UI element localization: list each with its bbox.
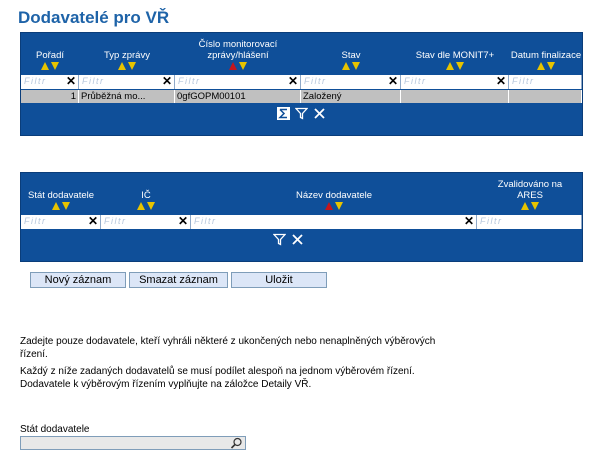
clear-filter-icon[interactable]: ✕ [388, 74, 398, 88]
info-line: řízení. [20, 349, 48, 360]
filter-input[interactable] [509, 75, 582, 89]
sort-asc-icon[interactable] [118, 62, 126, 70]
grid-suppliers: Stát dodavatele IČ Název dodavatele Zval… [20, 172, 583, 262]
clear-all-filters-icon[interactable] [291, 233, 304, 246]
filter-input[interactable]: ✕ [175, 74, 301, 89]
col-header-poradi[interactable]: Pořadí [21, 33, 79, 71]
clear-all-filters-icon[interactable] [313, 107, 326, 120]
sort-asc-icon[interactable] [229, 62, 237, 70]
clear-filter-icon[interactable]: ✕ [178, 214, 188, 228]
col-header-typ-zpravy[interactable]: Typ zprávy [79, 33, 175, 71]
col-header-label: Pořadí [36, 50, 64, 61]
new-record-button[interactable]: Nový záznam [30, 272, 126, 288]
page-title: Dodavatelé pro VŘ [18, 8, 170, 27]
grid-reports: Pořadí Typ zprávy Číslo monitorovací zpr… [20, 32, 583, 136]
sort-asc-icon[interactable] [446, 62, 454, 70]
search-icon[interactable] [230, 437, 243, 449]
filter-input[interactable]: ✕ [301, 74, 401, 89]
col-header-ares[interactable]: Zvalidováno na ARES [477, 173, 583, 211]
filter-input[interactable]: ✕ [21, 74, 79, 89]
clear-filter-icon[interactable]: ✕ [464, 214, 474, 228]
clear-filter-icon[interactable]: ✕ [162, 74, 172, 88]
col-header-stav-monit[interactable]: Stav dle MONIT7+ [401, 33, 509, 71]
info-text: Zadejte pouze dodavatele, kteří vyhráli … [20, 335, 435, 391]
filter-input[interactable]: ✕ [101, 214, 191, 229]
col-header-label: IČ [141, 190, 151, 201]
sort-desc-icon[interactable] [352, 62, 360, 70]
col-header-nazev[interactable]: Název dodavatele [191, 173, 477, 211]
grid-toolbar [277, 107, 326, 120]
col-header-stav[interactable]: Stav [301, 33, 401, 71]
sort-asc-icon[interactable] [537, 62, 545, 70]
filter-input[interactable]: ✕ [401, 74, 509, 89]
cell-datum [509, 90, 582, 103]
filter-input[interactable] [477, 215, 582, 229]
sort-desc-icon[interactable] [531, 202, 539, 210]
sort-desc-icon[interactable] [456, 62, 464, 70]
stat-dodavatele-field[interactable] [20, 436, 246, 450]
col-header-label: Stav dle MONIT7+ [415, 50, 495, 61]
sort-desc-icon[interactable] [128, 62, 136, 70]
table-row[interactable]: 1 Průběžná mo... 0gfGOPM00101 Založený [21, 90, 582, 103]
delete-record-button[interactable]: Smazat záznam [129, 272, 228, 288]
sort-desc-icon[interactable] [62, 202, 70, 210]
cell-poradi: 1 [21, 90, 79, 103]
sort-asc-icon[interactable] [342, 62, 350, 70]
cell-stav-monit [401, 90, 509, 103]
filter-input[interactable]: ✕ [21, 214, 101, 229]
clear-filter-icon[interactable]: ✕ [496, 74, 506, 88]
cell-typ-zpravy: Průběžná mo... [79, 90, 175, 103]
filter-icon[interactable] [295, 107, 308, 120]
sort-asc-icon[interactable] [325, 202, 333, 210]
col-header-ic[interactable]: IČ [101, 173, 191, 211]
col-header-label: Stát dodavatele [27, 190, 95, 201]
sort-desc-icon[interactable] [239, 62, 247, 70]
grid-toolbar [273, 233, 304, 246]
sort-asc-icon[interactable] [521, 202, 529, 210]
col-header-label: Stav [341, 50, 361, 61]
col-header-label: Datum finalizace [510, 50, 582, 61]
sort-desc-icon[interactable] [547, 62, 555, 70]
info-line: Každý z níže zadaných dodavatelů se musí… [20, 366, 415, 377]
info-line: Zadejte pouze dodavatele, kteří vyhráli … [20, 336, 436, 347]
col-header-cislo[interactable]: Číslo monitorovací zprávy/hlášení [175, 33, 301, 71]
cell-cislo: 0gfGOPM00101 [175, 90, 301, 103]
save-button[interactable]: Uložit [231, 272, 327, 288]
col-header-label: Název dodavatele [295, 190, 373, 201]
cell-stav: Založený [301, 90, 401, 103]
col-header-label: Typ zprávy [104, 50, 150, 61]
clear-filter-icon[interactable]: ✕ [66, 74, 76, 88]
stat-dodavatele-label: Stát dodavatele [20, 424, 90, 435]
col-header-label: Zvalidováno na ARES [497, 179, 563, 201]
col-header-datum[interactable]: Datum finalizace [509, 33, 583, 71]
clear-filter-icon[interactable]: ✕ [288, 74, 298, 88]
filter-input[interactable]: ✕ [191, 214, 477, 229]
col-header-label: Číslo monitorovací zprávy/hlášení [198, 39, 278, 61]
sum-icon[interactable] [277, 107, 290, 120]
sort-desc-icon[interactable] [51, 62, 59, 70]
sort-asc-icon[interactable] [137, 202, 145, 210]
clear-filter-icon[interactable]: ✕ [88, 214, 98, 228]
sort-desc-icon[interactable] [335, 202, 343, 210]
filter-row: ✕ ✕ ✕ [21, 214, 582, 229]
sort-desc-icon[interactable] [147, 202, 155, 210]
filter-row: ✕ ✕ ✕ ✕ ✕ [21, 74, 582, 89]
sort-asc-icon[interactable] [52, 202, 60, 210]
col-header-stat-dodavatele[interactable]: Stát dodavatele [21, 173, 101, 211]
sort-asc-icon[interactable] [41, 62, 49, 70]
filter-input[interactable]: ✕ [79, 74, 175, 89]
info-line: Dodavatele k výběrovým řízením vyplňujte… [20, 379, 312, 390]
filter-icon[interactable] [273, 233, 286, 246]
